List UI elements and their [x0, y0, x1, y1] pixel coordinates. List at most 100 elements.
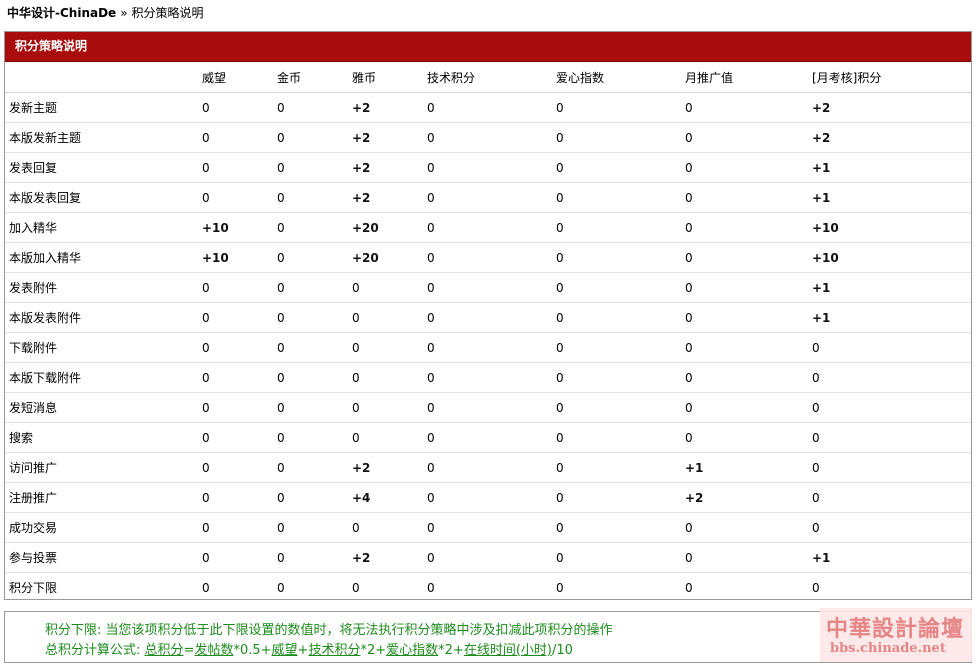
credit-value: 0 — [348, 422, 423, 453]
column-header: 爱心指数 — [552, 62, 681, 93]
table-row: 发新主题 0 0 +2 0 0 0 +2 — [5, 92, 971, 123]
table-row: 本版发表回复 0 0 +2 0 0 0 +1 — [5, 182, 971, 213]
formula-prestige: 威望 — [271, 643, 298, 658]
credit-value: 0 — [423, 512, 552, 543]
formula-prefix: 总积分计算公式: — [45, 643, 145, 658]
credit-value: +1 — [808, 302, 971, 333]
credit-value: 0 — [273, 482, 348, 513]
breadcrumb-site-link[interactable]: 中华设计-ChinaDe — [7, 6, 116, 20]
credit-value: +1 — [808, 272, 971, 303]
table-row: 搜索 0 0 0 0 0 0 0 — [5, 422, 971, 453]
table-row: 本版加入精华 +10 0 +20 0 0 0 +10 — [5, 242, 971, 273]
credit-value: 0 — [552, 452, 681, 483]
action-name: 本版发表回复 — [5, 182, 198, 213]
credit-value: 0 — [808, 512, 971, 543]
credit-policy-panel: 积分策略说明 威望 金币 雅币 技术积分 爱心指数 月推广值 [月考核]积分 发新主题 0 0 +… — [4, 31, 972, 600]
action-name: 本版加入精华 — [5, 242, 198, 273]
credit-value: 0 — [552, 92, 681, 123]
column-header: 威望 — [198, 62, 273, 93]
credit-value: 0 — [423, 392, 552, 423]
credit-value: +10 — [808, 242, 971, 273]
credit-value: 0 — [198, 302, 273, 333]
credit-value: 0 — [681, 302, 808, 333]
credit-value: 0 — [273, 212, 348, 243]
credit-value: 0 — [681, 542, 808, 573]
formula-note: 总积分计算公式: 总积分=发帖数*0.5+威望+技术积分*2+爱心指数*2+在线… — [45, 639, 573, 658]
credit-value: 0 — [423, 332, 552, 363]
credit-value: 0 — [277, 580, 285, 595]
lower-limit-note: 积分下限: 当您该项积分低于此下限设置的数值时，将无法执行积分策略中涉及扣减此项… — [45, 623, 613, 638]
credit-value: 0 — [198, 152, 273, 183]
credit-value: 0 — [681, 182, 808, 213]
credit-value: +2 — [808, 92, 971, 123]
credit-value: 0 — [423, 122, 552, 153]
credit-value: 0 — [273, 392, 348, 423]
credit-value: 0 — [681, 332, 808, 363]
credit-value: 0 — [198, 332, 273, 363]
credit-value: 0 — [198, 512, 273, 543]
credit-value: 0 — [552, 182, 681, 213]
credit-value: 0 — [427, 580, 435, 595]
credit-value: 0 — [681, 212, 808, 243]
credit-value: 0 — [685, 580, 693, 595]
logo-title: 中華設計論壇 — [826, 616, 965, 642]
credit-value: 0 — [423, 452, 552, 483]
credit-value: 0 — [348, 512, 423, 543]
credit-value: 0 — [423, 362, 552, 393]
credit-value: 0 — [808, 482, 971, 513]
table-body: 发新主题 0 0 +2 0 0 0 +2 本版发新主题 0 0 +2 0 0 0 +2 发表回复 0 0 +2 0 0 0 +… — [5, 92, 971, 603]
credit-value: 0 — [348, 392, 423, 423]
credit-value: 0 — [198, 122, 273, 153]
credit-value: 0 — [681, 92, 808, 123]
credit-value: 0 — [423, 182, 552, 213]
credit-value: +1 — [808, 182, 971, 213]
panel-title: 积分策略说明 — [5, 32, 971, 62]
credit-value: 0 — [552, 362, 681, 393]
credit-value: 0 — [273, 332, 348, 363]
watermark-logo: 中華設計論壇 bbs.chinade.net — [820, 608, 972, 662]
table-row: 本版发新主题 0 0 +2 0 0 0 +2 — [5, 122, 971, 153]
credit-value: 0 — [273, 242, 348, 273]
credit-value: 0 — [423, 272, 552, 303]
credit-value: 0 — [198, 542, 273, 573]
credit-value: 0 — [552, 542, 681, 573]
credit-value: 0 — [198, 272, 273, 303]
credit-value: 0 — [423, 542, 552, 573]
credit-value: +2 — [808, 122, 971, 153]
action-name: 本版下载附件 — [5, 362, 198, 393]
table-row: 下载附件 0 0 0 0 0 0 0 — [5, 332, 971, 363]
formula-op1: *0.5+ — [233, 643, 272, 658]
credit-value: 0 — [348, 272, 423, 303]
credit-value: 0 — [273, 302, 348, 333]
credit-value: 0 — [681, 242, 808, 273]
credit-value: 0 — [681, 512, 808, 543]
breadcrumb: 中华设计-ChinaDe » 积分策略说明 — [7, 4, 204, 21]
credit-value: 0 — [202, 580, 210, 595]
credit-value: 0 — [552, 242, 681, 273]
credit-value: 0 — [273, 362, 348, 393]
credit-value: 0 — [681, 422, 808, 453]
column-header: 月推广值 — [681, 62, 808, 93]
formula-op3: *2+ — [360, 643, 387, 658]
credit-value: 0 — [808, 332, 971, 363]
credit-value: 0 — [423, 482, 552, 513]
formula-op5: /10 — [551, 643, 573, 658]
action-name: 访问推广 — [5, 452, 198, 483]
credit-value: 0 — [681, 152, 808, 183]
table-row: 发短消息 0 0 0 0 0 0 0 — [5, 392, 971, 423]
action-name: 注册推广 — [5, 482, 198, 513]
table-row: 参与投票 0 0 +2 0 0 0 +1 — [5, 542, 971, 573]
credit-policy-table: 威望 金币 雅币 技术积分 爱心指数 月推广值 [月考核]积分 发新主题 0 0 +2 0 0 0 +2 本… — [5, 62, 971, 602]
credit-value: 0 — [348, 362, 423, 393]
credit-value: 0 — [423, 152, 552, 183]
credit-value: 0 — [423, 212, 552, 243]
credit-value: +4 — [348, 482, 423, 513]
credit-value: +2 — [348, 152, 423, 183]
credit-value: +10 — [198, 212, 273, 243]
credit-value: 0 — [681, 392, 808, 423]
credit-value: 0 — [808, 452, 971, 483]
formula-posts: 发帖数 — [194, 643, 234, 658]
credit-value: 0 — [681, 272, 808, 303]
table-row: 积分下限 0 0 0 0 0 0 0 — [5, 573, 971, 603]
credit-value: 0 — [423, 92, 552, 123]
